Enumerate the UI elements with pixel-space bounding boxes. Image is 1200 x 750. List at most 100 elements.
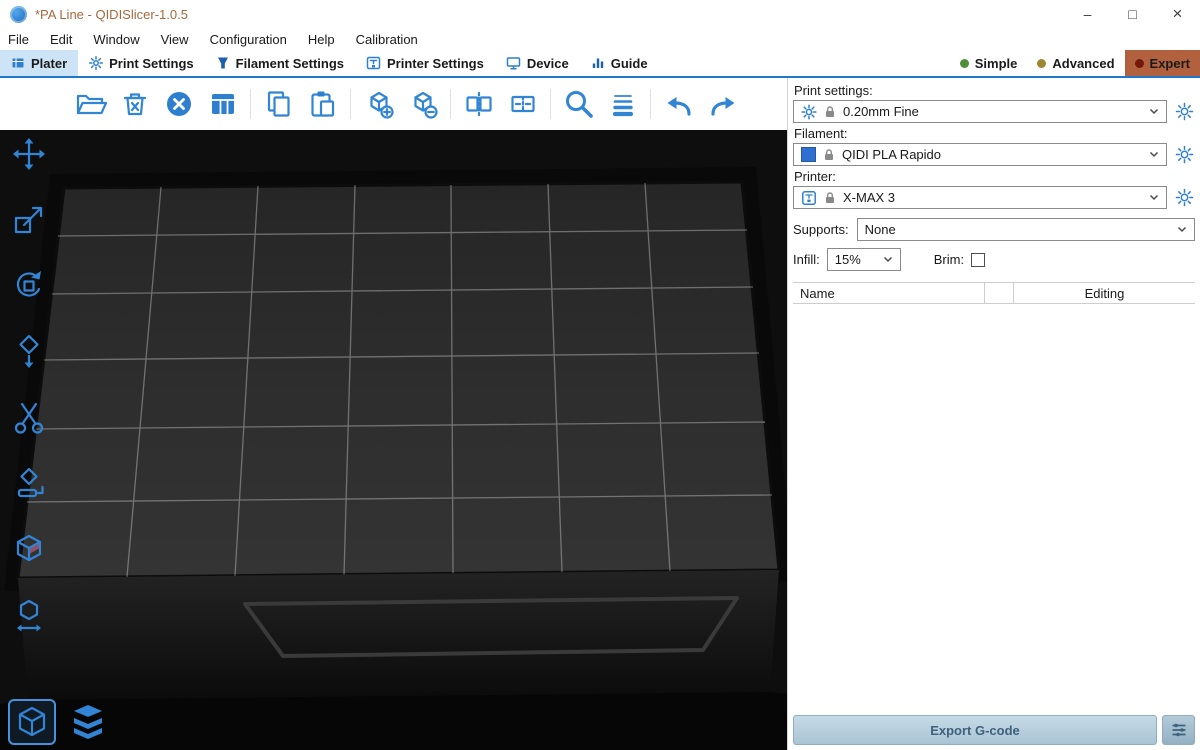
open-button[interactable] [72,85,109,123]
chevron-down-icon [1177,226,1187,233]
scale-icon [11,202,47,238]
print-settings-label: Print settings: [794,83,1195,98]
menu-file[interactable]: File [8,32,29,47]
guide-icon [591,56,605,70]
tab-filament-settings[interactable]: Filament Settings [205,50,355,76]
support-painting-icon [11,532,47,568]
tab-print-settings[interactable]: Print Settings [78,50,205,76]
menu-edit[interactable]: Edit [50,32,72,47]
place-on-face-button[interactable] [6,332,52,372]
rotate-icon [11,268,47,304]
mode-simple[interactable]: Simple [950,50,1028,76]
gear-icon [1175,188,1194,207]
tab-device[interactable]: Device [495,50,580,76]
supports-combo[interactable]: None [857,218,1195,241]
place-on-face-icon [11,334,47,370]
delete-all-button[interactable] [160,85,197,123]
gear-icon [801,104,817,120]
brim-checkbox[interactable] [971,253,985,267]
mode-label: Expert [1150,56,1190,71]
maximize-button[interactable]: □ [1110,0,1155,28]
mode-expert[interactable]: Expert [1125,50,1200,76]
supports-label: Supports: [793,222,849,237]
search-button[interactable] [560,85,597,123]
editor-3d-button[interactable] [8,699,56,745]
variable-layer-height-button[interactable] [604,85,641,123]
split-to-parts-button[interactable] [504,85,541,123]
paste-button[interactable] [304,85,341,123]
arrange-button[interactable] [204,85,241,123]
print-bed [0,130,787,750]
scale-button[interactable] [6,200,52,240]
redo-button[interactable] [704,85,741,123]
column-header-editing: Editing [1014,283,1195,303]
lock-icon [823,191,837,205]
print-settings-icon [89,56,103,70]
print-settings-combo[interactable]: 0.20mm Fine [793,100,1167,123]
add-instance-button[interactable] [360,85,397,123]
export-gcode-button[interactable]: Export G-code [793,715,1157,745]
sliders-icon [1170,721,1188,739]
supports-value: None [865,222,896,237]
tab-guide[interactable]: Guide [580,50,659,76]
brim-label: Brim: [934,252,964,267]
split-to-objects-button[interactable] [460,85,497,123]
print-settings-gear-button[interactable] [1173,101,1195,123]
title-bar: *PA Line - QIDISlicer-1.0.5 – □ × [0,0,1200,28]
viewport-panel [0,78,787,750]
menu-bar: File Edit Window View Configuration Help… [0,28,1200,50]
mirror-icon [11,598,47,634]
settings-sidebar: Print settings: 0.20mm Fine Filament: QI… [787,78,1200,750]
seam-painting-button[interactable] [6,464,52,504]
printer-settings-icon [366,56,381,70]
infill-value: 15% [835,252,861,267]
minimize-button[interactable]: – [1065,0,1110,28]
tab-label: Guide [611,56,648,71]
undo-button[interactable] [660,85,697,123]
mode-label: Simple [975,56,1018,71]
delete-all-icon [164,89,194,119]
menu-view[interactable]: View [161,32,189,47]
close-button[interactable]: × [1155,0,1200,28]
printer-gear-button[interactable] [1173,187,1195,209]
object-list[interactable] [793,304,1195,712]
mirror-button[interactable] [6,596,52,636]
redo-icon [707,89,739,119]
arrange-icon [208,89,238,119]
tab-label: Print Settings [109,56,194,71]
chevron-down-icon [1149,151,1159,158]
menu-configuration[interactable]: Configuration [210,32,287,47]
mode-advanced[interactable]: Advanced [1027,50,1124,76]
app-logo-icon [10,6,27,23]
gear-icon [1175,102,1194,121]
remove-instance-button[interactable] [404,85,441,123]
infill-combo[interactable]: 15% [827,248,901,271]
move-button[interactable] [6,134,52,174]
cut-button[interactable] [6,398,52,438]
filament-combo[interactable]: QIDI PLA Rapido [793,143,1167,166]
support-painting-button[interactable] [6,530,52,570]
view-switch [8,699,112,745]
delete-button[interactable] [116,85,153,123]
tab-printer-settings[interactable]: Printer Settings [355,50,495,76]
tab-label: Filament Settings [236,56,344,71]
window-controls: – □ × [1065,0,1200,28]
editor-3d-icon [15,705,49,739]
tab-plater[interactable]: Plater [0,50,78,76]
menu-window[interactable]: Window [93,32,139,47]
menu-calibration[interactable]: Calibration [356,32,418,47]
menu-help[interactable]: Help [308,32,335,47]
chevron-down-icon [883,256,893,263]
rotate-button[interactable] [6,266,52,306]
mode-label: Advanced [1052,56,1114,71]
viewport-3d[interactable] [0,130,787,750]
simple-dot-icon [960,59,969,68]
preview-layers-button[interactable] [64,699,112,745]
filament-color-swatch [801,147,816,162]
printer-combo[interactable]: X-MAX 3 [793,186,1167,209]
toolbar-separator [450,89,451,119]
filament-gear-button[interactable] [1173,144,1195,166]
copy-button[interactable] [260,85,297,123]
lock-icon [823,105,837,119]
export-options-button[interactable] [1162,715,1195,745]
